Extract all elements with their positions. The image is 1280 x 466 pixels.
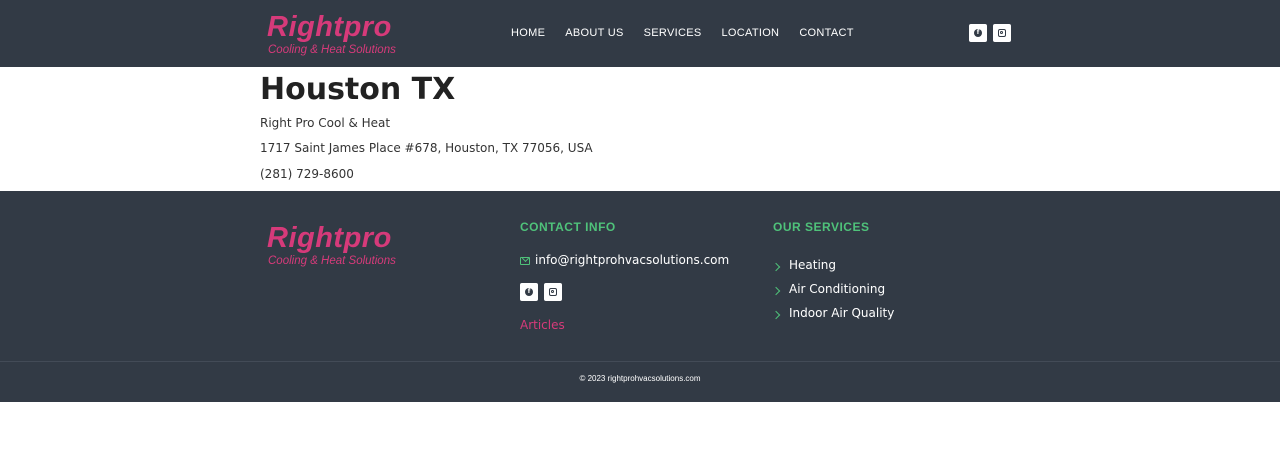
business-name: Right Pro Cool & Heat [260,116,391,130]
main-nav: HOME ABOUT US SERVICES LOCATION CONTACT [511,27,874,39]
header-logo[interactable]: Rightpro Cooling & Heat Solutions [267,13,396,57]
chevron-right-icon [771,310,781,319]
footer-divider [0,361,1280,362]
nav-services[interactable]: SERVICES [644,27,702,39]
service-label: Indoor Air Quality [789,306,895,320]
service-label: Heating [789,258,837,272]
footer-social-links: f [520,283,568,301]
header-social-links: f [969,24,1017,42]
instagram-button[interactable] [993,24,1011,42]
copyright-text: © 2023 rightprohvacsolutions.com [579,374,701,383]
envelope-icon [520,257,530,265]
chevron-right-icon [771,286,781,295]
site-footer: Rightpro Cooling & Heat Solutions CONTAC… [0,191,1280,402]
articles-link[interactable]: Articles [520,318,565,332]
service-item-heating[interactable]: Heating [771,253,894,277]
facebook-icon: f [974,29,982,37]
footer-logo-tagline: Cooling & Heat Solutions [268,255,396,267]
our-services-heading: OUR SERVICES [773,220,870,234]
chevron-right-icon [771,262,781,271]
footer-logo[interactable]: Rightpro Cooling & Heat Solutions [267,224,396,268]
page-title: Houston TX [260,72,456,107]
contact-info-heading: CONTACT INFO [520,220,616,234]
email-text: info@rightprohvacsolutions.com [535,253,730,267]
footer-logo-brand-name: Rightpro [267,222,392,254]
service-item-air-conditioning[interactable]: Air Conditioning [771,277,894,301]
business-address: 1717 Saint James Place #678, Houston, TX… [260,141,593,155]
nav-contact[interactable]: CONTACT [799,27,853,39]
logo-brand-name: Rightpro [267,11,392,43]
services-list: Heating Air Conditioning Indoor Air Qual… [771,253,895,325]
nav-about-us[interactable]: ABOUT US [565,27,623,39]
instagram-icon [998,29,1006,37]
business-phone: (281) 729-8600 [260,167,354,181]
footer-facebook-button[interactable]: f [520,283,538,301]
service-label: Air Conditioning [789,282,886,296]
nav-location[interactable]: LOCATION [721,27,779,39]
site-header: Rightpro Cooling & Heat Solutions HOME A… [0,0,1280,67]
instagram-icon [549,288,557,296]
facebook-icon: f [525,288,533,296]
service-item-indoor-air-quality[interactable]: Indoor Air Quality [771,301,895,325]
nav-home[interactable]: HOME [511,27,545,39]
logo-tagline: Cooling & Heat Solutions [268,44,396,56]
email-link[interactable]: info@rightprohvacsolutions.com [520,253,729,267]
footer-instagram-button[interactable] [544,283,562,301]
facebook-button[interactable]: f [969,24,987,42]
